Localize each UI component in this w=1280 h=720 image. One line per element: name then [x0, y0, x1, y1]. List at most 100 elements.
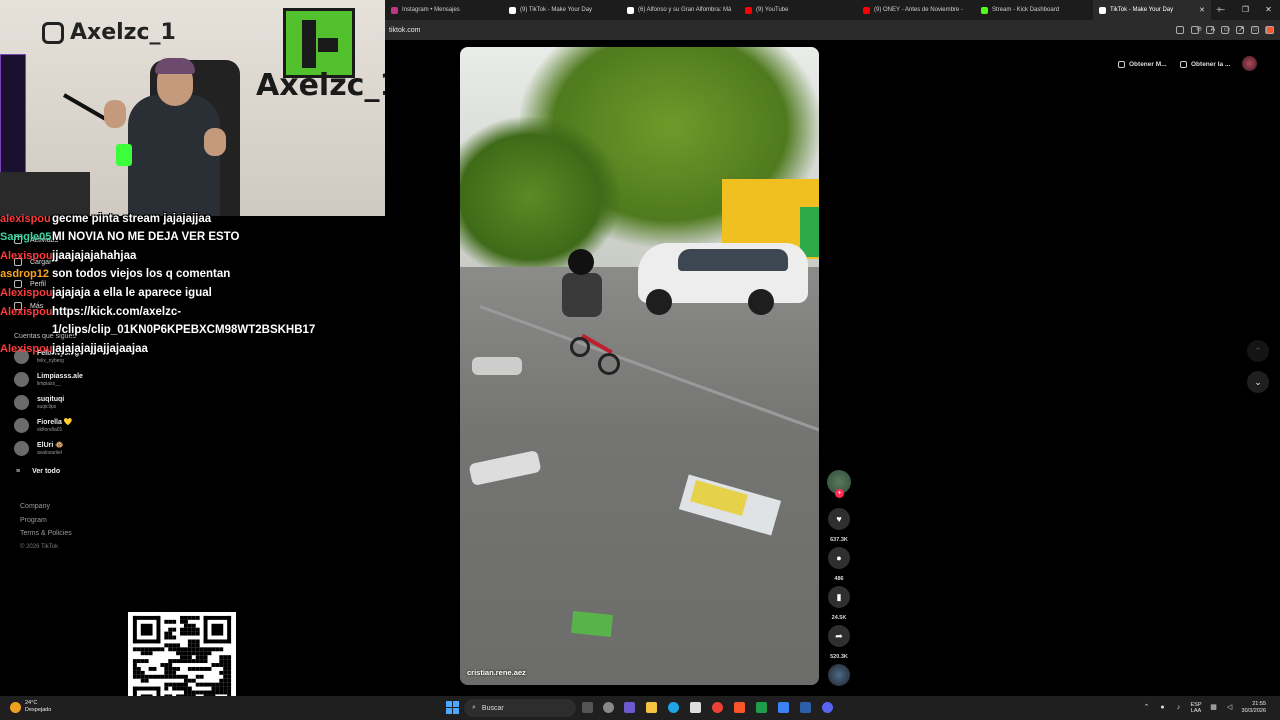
webcam-ig-handle: Axelzc_1 [70, 20, 176, 45]
youtube-icon [745, 6, 752, 14]
account-handle: skfiorella01 [37, 426, 63, 433]
chat-message: asdrop12 son todos viejos los q comentan [0, 265, 230, 283]
extensions-icon[interactable] [1221, 26, 1229, 34]
search-placeholder: Buscar [481, 704, 504, 712]
car-wheel [646, 289, 672, 315]
copilot-icon[interactable] [624, 702, 635, 713]
get-app-button[interactable]: Obtener M... [1118, 56, 1167, 72]
streamer-hair [155, 58, 195, 74]
chat-message: Alexispou jajajaja a ella le aparece igua… [0, 284, 212, 302]
tab-label: (9) ONEY - Antes de Noviembre - [874, 7, 963, 13]
video-scene-rider [562, 273, 602, 317]
restore-button[interactable]: ❐ [1234, 0, 1257, 20]
steam-icon[interactable] [800, 702, 811, 713]
account-name: ElUri 🐵 [37, 441, 64, 449]
tab-youtube[interactable]: (9) YouTube [739, 0, 857, 20]
chat-message: Samgle05 MI NOVIA NO ME DEJA VER ESTO [0, 228, 239, 246]
comment-icon[interactable]: ● [828, 547, 850, 569]
share-action[interactable]: ➦ 520.3K [827, 625, 851, 660]
sidebar-icon[interactable] [1191, 26, 1199, 34]
network-icon[interactable]: ▦ [1210, 704, 1218, 712]
microphone-icon [116, 144, 132, 166]
file-explorer-icon[interactable] [646, 702, 657, 713]
like-action[interactable]: ♥ 637.3K [827, 508, 851, 543]
keyboard-layout: LAA [1190, 708, 1202, 714]
profile-avatar[interactable] [1242, 56, 1257, 71]
edge-icon[interactable] [668, 702, 679, 713]
video-author[interactable]: cristian.rene.aez [467, 668, 526, 677]
followed-account[interactable]: suqituqi suqiclips [14, 395, 64, 410]
chat-text: son todos viejos los q comentan [52, 268, 231, 280]
kick-logo-stroke [302, 20, 316, 68]
close-window-button[interactable]: ✕ [1257, 0, 1280, 20]
comment-action[interactable]: ● 486 [827, 547, 851, 582]
tab-instagram[interactable]: Instagram • Mensajes [385, 0, 503, 20]
clock-date: 30/3/2026 [1241, 708, 1266, 714]
taskbar: 24°C Despejado ⌕ Buscar ⌃ ● ♪ ESP LAA ▦ ◁ … [0, 696, 1280, 720]
pc-case [0, 54, 26, 174]
video-scene-car [638, 227, 808, 319]
chrome-icon[interactable] [712, 702, 723, 713]
wallet-icon[interactable] [1251, 26, 1259, 34]
close-tab-icon[interactable]: ✕ [1199, 6, 1205, 14]
share-arrow-icon[interactable]: ➦ [828, 625, 850, 647]
followed-account[interactable]: Fiorella 💛 skfiorella01 [14, 418, 73, 433]
webcam-channel-name: Axelzc_1 [256, 68, 385, 103]
clock[interactable]: 21:55 30/3/2026 [1242, 701, 1266, 715]
video-player[interactable]: cristian.rene.aez [460, 47, 819, 685]
followed-account[interactable]: Limpiasss.ale limpiass__ [14, 372, 83, 387]
mic-icon[interactable]: ♪ [1175, 704, 1183, 712]
previous-video-button[interactable]: ⌃ [1247, 340, 1269, 362]
tab-label: TikTok - Make Your Day [1110, 7, 1174, 13]
tab-youtube-2[interactable]: (9) ONEY - Antes de Noviembre - [857, 0, 975, 20]
youtube-icon [863, 6, 870, 14]
minimize-button[interactable]: – [1211, 0, 1234, 20]
excel-icon[interactable] [756, 702, 767, 713]
app-icon[interactable] [778, 702, 789, 713]
tabs-icon[interactable] [1206, 26, 1214, 34]
discord-icon[interactable] [822, 702, 833, 713]
footer-link-program[interactable]: Program [20, 514, 72, 528]
weather-widget[interactable]: 24°C Despejado [10, 700, 51, 714]
save-action[interactable]: ▮ 24.5K [827, 586, 851, 621]
store-icon[interactable] [690, 702, 701, 713]
taskbar-search[interactable]: ⌕ Buscar [464, 699, 576, 717]
tray-app-icon[interactable]: ● [1159, 704, 1167, 712]
next-video-button[interactable]: ⌄ [1247, 371, 1269, 393]
volume-icon[interactable]: ◁ [1226, 704, 1234, 712]
copyright: © 2026 TikTok [20, 543, 59, 550]
heart-icon[interactable]: ♥ [828, 508, 850, 530]
tab-kick[interactable]: Stream - Kick Dashboard [975, 0, 1093, 20]
followed-account[interactable]: ElUri 🐵 avalosuriiel [14, 441, 64, 456]
follow-plus-icon[interactable]: + [835, 489, 844, 498]
footer-link-company[interactable]: Company [20, 500, 72, 514]
tab-tiktok-2[interactable]: (6) Alfonso y su Gran Alfombra: Má [621, 0, 739, 20]
see-all-button[interactable]: ≡ Ver todo [16, 468, 60, 475]
avatar [14, 395, 29, 410]
music-disc-icon[interactable] [828, 664, 850, 686]
task-view-icon[interactable] [582, 702, 593, 713]
chat-text: jajajajajjajjajaajaa [52, 343, 148, 355]
footer-link-terms[interactable]: Terms & Policies [20, 527, 72, 541]
bookmark-icon[interactable]: ▮ [828, 586, 850, 608]
tab-tiktok-active[interactable]: TikTok - Make Your Day ✕ [1093, 0, 1211, 20]
chat-message: Alexispou https://kick.com/axelzc- [0, 303, 181, 321]
instagram-icon [391, 6, 398, 14]
leo-icon[interactable] [1236, 26, 1244, 34]
menu-icon[interactable] [1266, 26, 1274, 34]
url-field[interactable]: tiktok.com [389, 27, 421, 34]
list-icon: ≡ [16, 468, 21, 475]
tab-tiktok-1[interactable]: (9) TikTok - Make Your Day [503, 0, 621, 20]
chat-message: 1/clips/clip_01KN0P6KPEBXCM98WT2BSKHB17 [0, 321, 315, 339]
account-handle: felix_nyberg [37, 357, 64, 364]
chat-text: jjaajajajahahjaa [52, 250, 137, 262]
media-icon[interactable] [1176, 26, 1184, 34]
get-pc-label: Obtener la ... [1191, 60, 1231, 68]
windows-start-icon[interactable] [446, 701, 459, 714]
brave-icon[interactable] [734, 702, 745, 713]
get-pc-app-button[interactable]: Obtener la ... [1180, 56, 1230, 72]
obs-icon[interactable] [603, 702, 614, 713]
chat-message: Alexispou jajajajajjajjajaajaa [0, 340, 148, 358]
language-indicator[interactable]: ESP LAA [1191, 702, 1202, 715]
chevron-up-icon[interactable]: ⌃ [1143, 704, 1151, 712]
